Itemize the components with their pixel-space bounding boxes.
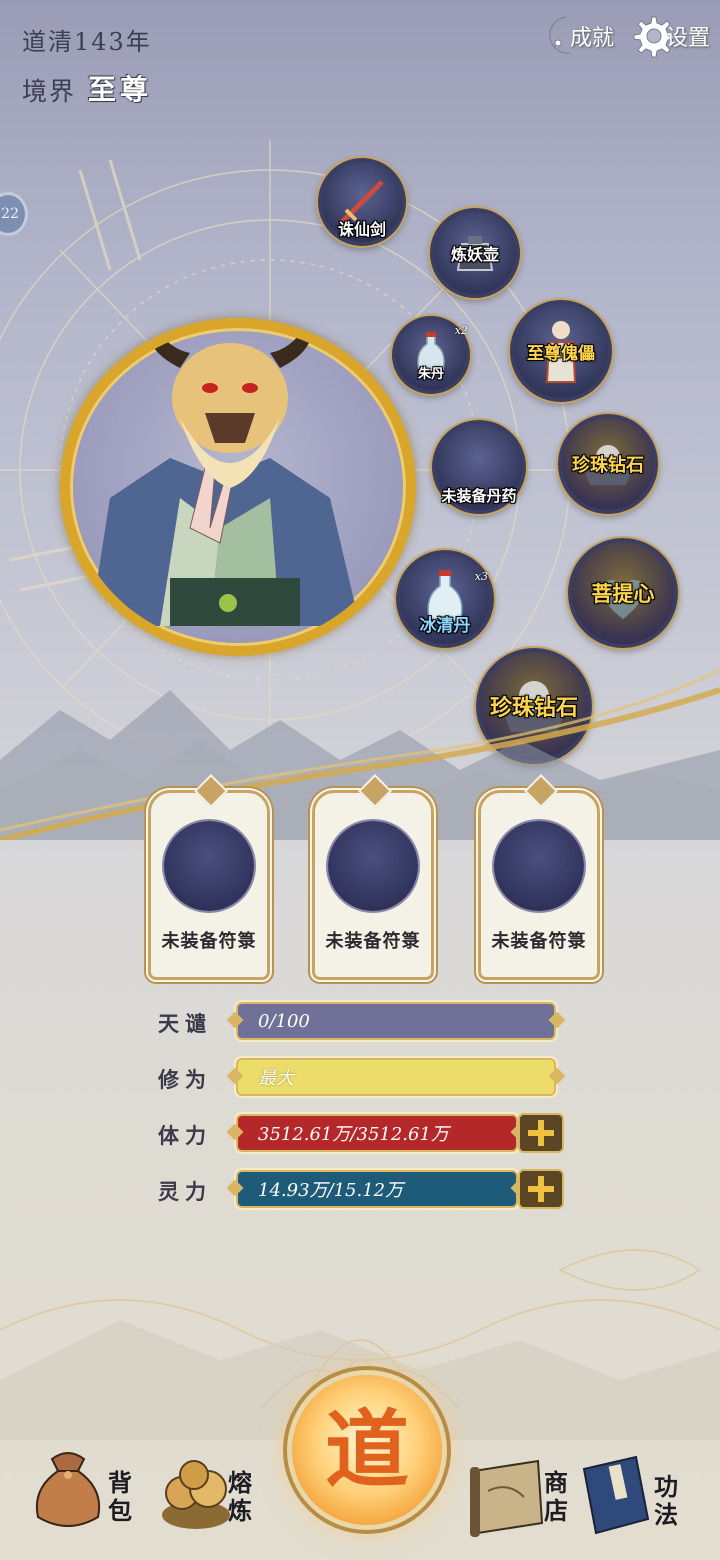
nav-smelt-label: 熔炼: [228, 1468, 252, 1525]
equip-slot-pot[interactable]: 炼妖壶: [430, 208, 520, 298]
equip-slot-puppet[interactable]: 至尊傀儡: [510, 300, 612, 402]
stat-value-lingli: 14.93万/15.12万: [258, 1180, 404, 1201]
nav-shop-label: 商店: [544, 1468, 568, 1525]
equip-slot-pearl-1[interactable]: 珍珠钻石: [558, 414, 658, 514]
equip-puppet-label: 至尊傀儡: [527, 343, 595, 364]
achievements-label: 成就: [570, 26, 615, 51]
settings-label: 设置: [666, 26, 711, 51]
character-portrait[interactable]: [60, 318, 416, 656]
stat-value-tianqian: 0/100: [258, 1010, 310, 1032]
stat-bar-tianqian: 0/100: [236, 1002, 556, 1040]
ox-demon-character-image: [90, 328, 360, 626]
stat-label-lingli: 灵力: [158, 1179, 212, 1204]
stat-bar-lingli: 14.93万/15.12万: [236, 1170, 518, 1208]
plus-icon: [528, 1120, 554, 1146]
equip-sword-label: 诛仙剑: [337, 220, 386, 239]
nav-smelt[interactable]: 熔炼: [156, 1445, 266, 1545]
talisman-slot-label: 未装备符箓: [161, 931, 257, 952]
equip-pill-bingqing-label: 冰清丹: [419, 616, 471, 636]
nav-skills[interactable]: 功法: [576, 1445, 696, 1545]
nav-skills-label: 功法: [654, 1472, 678, 1529]
dao-main-button[interactable]: 道: [292, 1375, 442, 1525]
nav-bag[interactable]: 背包: [28, 1445, 138, 1545]
bag-icon: [36, 1452, 100, 1527]
settings-button[interactable]: 设置: [630, 10, 710, 62]
talisman-slot-3[interactable]: 未装备符箓: [478, 774, 600, 980]
talisman-empty-slot: [494, 821, 584, 911]
equip-slot-empty-pill[interactable]: 未装备丹药: [432, 420, 526, 514]
stat-bar-tili: 3512.61万/3512.61万: [236, 1114, 518, 1152]
talisman-empty-slot: [164, 821, 254, 911]
equip-pot-label: 炼妖壶: [450, 245, 499, 264]
add-lingli-button[interactable]: [518, 1169, 564, 1209]
era-year: 道清143年: [22, 28, 152, 56]
nav-bag-label: 背包: [108, 1468, 132, 1525]
add-tili-button[interactable]: [518, 1113, 564, 1153]
talisman-slot-label: 未装备符箓: [325, 931, 421, 952]
stat-label-tili: 体力: [158, 1123, 212, 1148]
nav-shop[interactable]: 商店: [468, 1445, 578, 1545]
equip-slot-pill-zhudan[interactable]: x2 朱丹: [392, 316, 470, 394]
dao-glyph: 道: [324, 1400, 409, 1499]
empty-pill-slot-label: 未装备丹药: [441, 487, 517, 505]
equip-slot-sword[interactable]: 诛仙剑: [318, 158, 406, 246]
pill-bingqing-count: x3: [474, 570, 488, 583]
talisman-slot-label: 未装备符箓: [491, 931, 587, 952]
equip-pearl-1-label: 珍珠钻石: [572, 455, 644, 476]
stat-label-xiuwei: 修为: [158, 1067, 212, 1092]
side-badge-count: 22: [1, 206, 19, 222]
equip-slot-pill-bingqing[interactable]: x3 冰清丹: [396, 550, 494, 648]
stat-value-tili: 3512.61万/3512.61万: [258, 1124, 449, 1145]
stat-label-tianqian: 天谴: [158, 1011, 212, 1036]
plus-icon: [528, 1176, 554, 1202]
stat-bar-xiuwei: 最大: [236, 1058, 556, 1096]
equip-slot-bodhi[interactable]: 菩提心: [568, 538, 678, 648]
talisman-slot-2[interactable]: 未装备符箓: [312, 774, 434, 980]
map-scroll-icon: [470, 1459, 544, 1537]
smelt-furnace-icon: [162, 1460, 230, 1529]
stat-value-xiuwei: 最大: [258, 1068, 294, 1089]
book-icon: [582, 1455, 650, 1535]
talisman-empty-slot: [328, 821, 418, 911]
realm-value: 至尊: [88, 73, 153, 106]
equip-pill-zhudan-label: 朱丹: [417, 367, 444, 382]
realm-label: 境界: [22, 77, 77, 106]
talisman-slot-1[interactable]: 未装备符箓: [148, 774, 270, 980]
achievements-button[interactable]: 成就: [540, 10, 614, 62]
pill-zhudan-count: x2: [454, 324, 468, 337]
equip-bodhi-label: 菩提心: [591, 581, 655, 606]
